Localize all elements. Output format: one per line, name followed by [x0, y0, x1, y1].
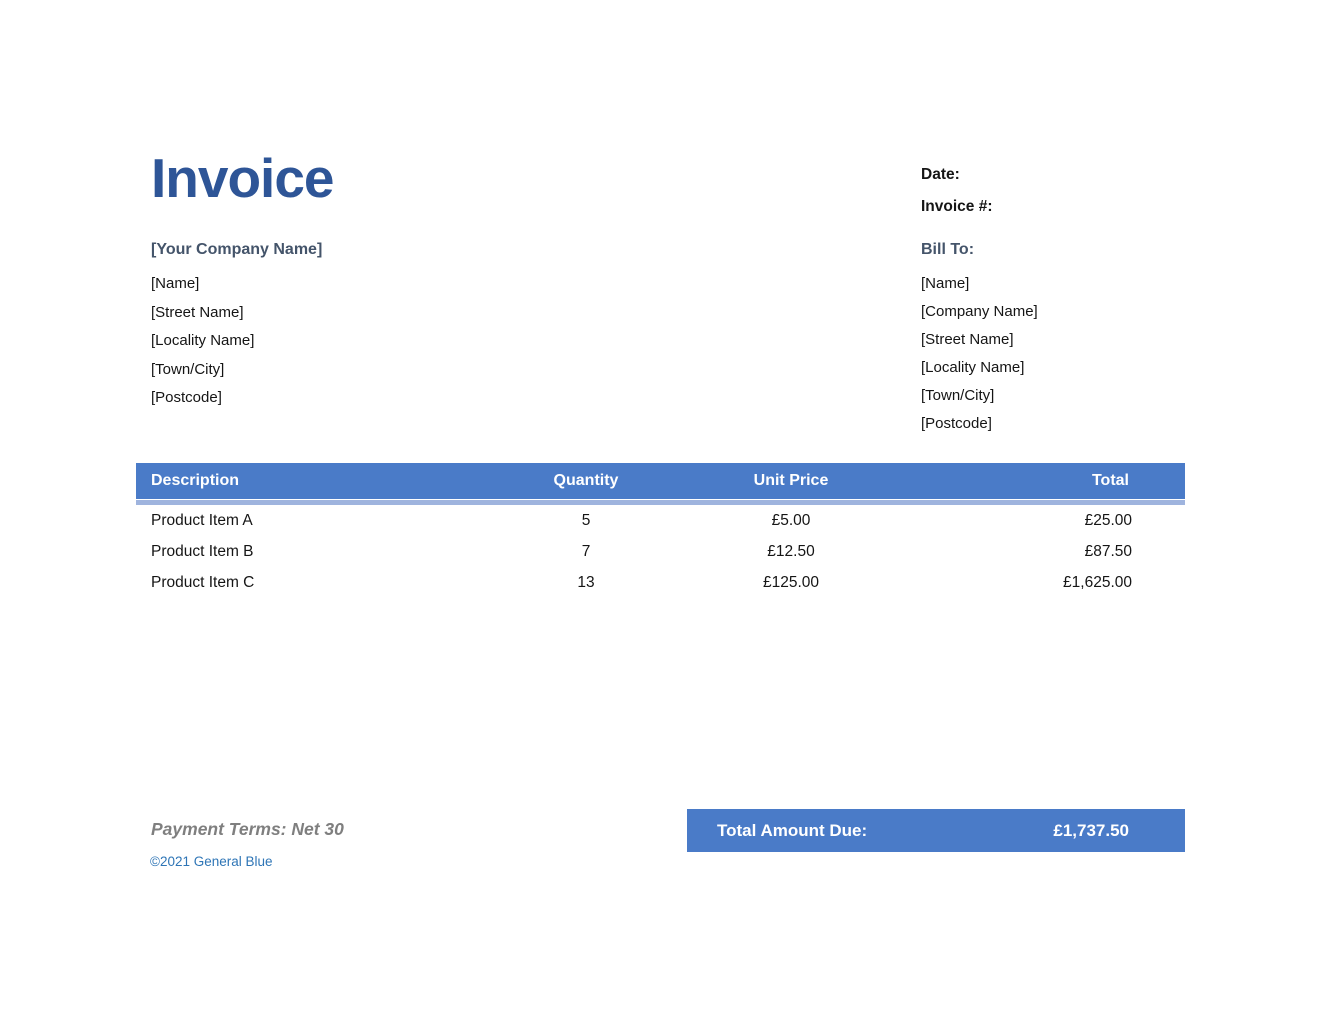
invoice-number-label: Invoice #: — [921, 191, 993, 223]
table-row: Product Item C 13 £125.00 £1,625.00 — [136, 567, 1185, 598]
column-header-total: Total — [896, 463, 1185, 499]
column-header-quantity: Quantity — [486, 463, 686, 499]
invoice-page: Invoice [Your Company Name] [Name] [Stre… — [0, 0, 1320, 1020]
invoice-meta-block: Date: Invoice #: — [921, 159, 993, 223]
column-header-unit-price: Unit Price — [686, 463, 896, 499]
table-row: Product Item B 7 £12.50 £87.50 — [136, 536, 1185, 567]
payment-terms-text: Payment Terms: Net 30 — [151, 819, 344, 840]
cell-description: Product Item A — [136, 505, 486, 536]
bill-to-name: [Name] — [921, 270, 1038, 298]
date-label: Date: — [921, 159, 993, 191]
line-items-table: Description Quantity Unit Price Total Pr… — [136, 463, 1185, 598]
company-postcode: [Postcode] — [151, 384, 322, 413]
company-town-city: [Town/City] — [151, 356, 322, 385]
column-header-description: Description — [136, 463, 486, 499]
cell-total: £1,625.00 — [896, 567, 1185, 598]
bill-to-company: [Company Name] — [921, 298, 1038, 326]
cell-unit-price: £5.00 — [686, 505, 896, 536]
cell-unit-price: £125.00 — [686, 567, 896, 598]
cell-quantity: 7 — [486, 536, 686, 567]
cell-description: Product Item B — [136, 536, 486, 567]
table-header-row: Description Quantity Unit Price Total — [136, 463, 1185, 499]
bill-to-locality: [Locality Name] — [921, 354, 1038, 382]
cell-unit-price: £12.50 — [686, 536, 896, 567]
company-street: [Street Name] — [151, 299, 322, 328]
bill-to-town-city: [Town/City] — [921, 382, 1038, 410]
table-row: Product Item A 5 £5.00 £25.00 — [136, 505, 1185, 536]
bill-to-block: Bill To: [Name] [Company Name] [Street N… — [921, 241, 1038, 438]
cell-description: Product Item C — [136, 567, 486, 598]
company-block: [Your Company Name] [Name] [Street Name]… — [151, 241, 322, 413]
total-due-label: Total Amount Due: — [717, 821, 867, 841]
total-due-value: £1,737.50 — [1053, 821, 1129, 841]
cell-total: £25.00 — [896, 505, 1185, 536]
bill-to-postcode: [Postcode] — [921, 410, 1038, 438]
bill-to-label: Bill To: — [921, 241, 1038, 259]
company-locality: [Locality Name] — [151, 327, 322, 356]
bill-to-street: [Street Name] — [921, 326, 1038, 354]
company-contact-name: [Name] — [151, 270, 322, 299]
total-amount-due-bar: Total Amount Due: £1,737.50 — [687, 809, 1185, 852]
page-title: Invoice — [151, 148, 334, 209]
cell-total: £87.50 — [896, 536, 1185, 567]
company-name: [Your Company Name] — [151, 241, 322, 259]
copyright-text: ©2021 General Blue — [150, 854, 273, 869]
cell-quantity: 13 — [486, 567, 686, 598]
cell-quantity: 5 — [486, 505, 686, 536]
